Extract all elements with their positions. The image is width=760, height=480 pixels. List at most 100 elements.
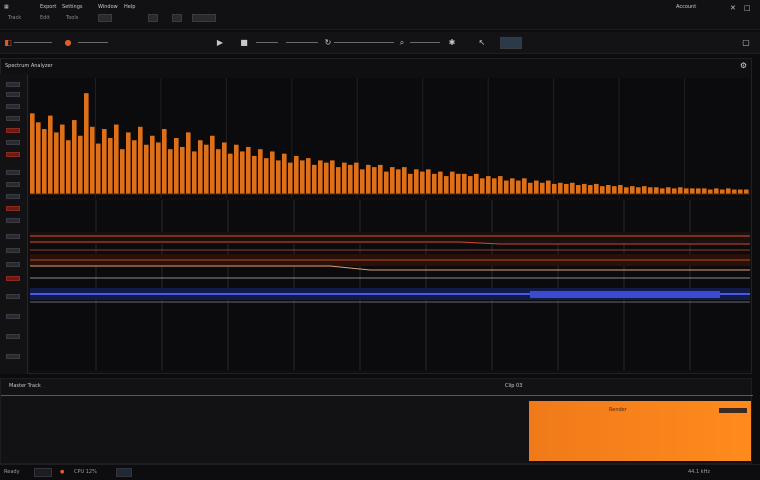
toggle-chip[interactable]	[172, 14, 182, 22]
spectrum-bar	[60, 124, 65, 194]
spectrum-bar	[552, 183, 557, 194]
loop-icon[interactable]: ↻	[322, 37, 334, 49]
spectrum-bar	[432, 173, 437, 194]
clip-handle[interactable]	[719, 408, 747, 413]
spectrum-bar	[330, 160, 335, 194]
cursor-icon[interactable]: ↖	[476, 37, 488, 49]
spectrum-bar	[696, 188, 701, 194]
rail-button[interactable]	[6, 152, 20, 157]
rail-button[interactable]	[6, 354, 20, 359]
status-box[interactable]	[34, 468, 52, 477]
spectrum-bar	[540, 182, 545, 194]
spectrum-bar	[624, 187, 629, 194]
rail-button[interactable]	[6, 170, 20, 175]
rail-button[interactable]	[6, 82, 20, 87]
app-menu[interactable]: ▦	[4, 4, 9, 10]
zoom-slider[interactable]	[334, 42, 394, 43]
spectrum-bar	[666, 187, 671, 194]
submenu-edit[interactable]: Edit	[40, 15, 50, 21]
tempo-field[interactable]	[256, 42, 278, 43]
spectrum-bar	[504, 180, 509, 194]
clip-label: Clip 03	[505, 383, 523, 389]
spectrum-bar	[336, 167, 341, 194]
menu-bar: ▦ Export Settings Window Help Track Edit…	[0, 0, 760, 30]
record-icon[interactable]: ●	[62, 37, 74, 49]
rail-button[interactable]	[6, 294, 20, 299]
rail-button[interactable]	[6, 248, 20, 253]
toggle-chip[interactable]	[192, 14, 216, 22]
track-name-field[interactable]	[14, 42, 52, 43]
lane-clip[interactable]	[530, 291, 720, 298]
rail-button[interactable]	[6, 234, 20, 239]
settings-icon[interactable]: ✱	[446, 37, 458, 49]
menu-help[interactable]: Help	[124, 4, 135, 10]
spectrum-bar	[126, 132, 131, 194]
maximize-icon[interactable]: □	[744, 4, 751, 12]
spectrum-bar	[672, 188, 677, 194]
spectrum-bar	[66, 140, 71, 194]
render-clip[interactable]: Render	[529, 401, 751, 461]
spectrum-bar	[492, 178, 497, 194]
menu-settings[interactable]: Settings	[62, 4, 83, 10]
rail-button[interactable]	[6, 262, 20, 267]
toolbar: ◧ ● ▶ ■ ↻ ⌕ ✱ ↖ ▢	[0, 32, 760, 54]
spectrum-bar	[174, 138, 179, 194]
status-box[interactable]	[116, 468, 132, 477]
rail-button[interactable]	[6, 140, 20, 145]
window-icon[interactable]: ▢	[740, 37, 752, 49]
input-field[interactable]	[78, 42, 108, 43]
spectrum-bar	[714, 188, 719, 194]
sample-rate: 44.1 kHz	[688, 469, 711, 475]
spectrum-bar	[354, 162, 359, 194]
logo-icon: ◧	[4, 38, 12, 47]
rail-button[interactable]	[6, 206, 20, 211]
rail-button[interactable]	[6, 334, 20, 339]
zoom-icon[interactable]: ⌕	[396, 37, 408, 49]
spectrum-bar	[534, 180, 539, 194]
menu-window[interactable]: Window	[98, 4, 118, 10]
param-field[interactable]	[410, 42, 440, 43]
rail-button[interactable]	[6, 276, 20, 281]
spectrum-bar	[420, 171, 425, 194]
spectrum-bar	[522, 178, 527, 194]
spectrum-bar	[102, 129, 107, 194]
spectrum-bar	[744, 189, 749, 194]
automation-line[interactable]	[30, 265, 750, 271]
rail-button[interactable]	[6, 104, 20, 109]
spectrum-bar	[660, 188, 665, 194]
rail-button[interactable]	[6, 194, 20, 199]
spectrum-bar	[720, 189, 725, 194]
spectrum-bar	[288, 162, 293, 194]
rail-button[interactable]	[6, 92, 20, 97]
spectrum-bar	[702, 188, 707, 194]
spectrum-bar	[324, 162, 329, 194]
submenu-track[interactable]: Track	[8, 15, 21, 21]
spectrum-bar	[168, 149, 173, 194]
spectrum-bar	[558, 182, 563, 194]
spectrum-bar	[222, 142, 227, 194]
settings-icon[interactable]: ⚙	[740, 61, 747, 70]
spectrum-bar	[252, 155, 257, 194]
spectrum-bar	[456, 173, 461, 194]
play-icon[interactable]: ▶	[214, 37, 226, 49]
rail-button[interactable]	[6, 314, 20, 319]
spectrum-bar	[216, 149, 221, 194]
submenu-tools[interactable]: Tools	[66, 15, 78, 21]
account-menu[interactable]: Account	[676, 4, 696, 10]
rail-button[interactable]	[6, 128, 20, 133]
toggle-chip[interactable]	[148, 14, 158, 22]
spectrum-bar	[606, 185, 611, 194]
toggle-chip[interactable]	[98, 14, 112, 22]
menu-export[interactable]: Export	[40, 4, 56, 10]
rail-button[interactable]	[6, 218, 20, 223]
spectrum-bar	[180, 146, 185, 194]
rail-button[interactable]	[6, 116, 20, 121]
position-field[interactable]	[286, 42, 318, 43]
spectrum-bar	[690, 188, 695, 194]
spectrum-bar	[120, 149, 125, 194]
close-icon[interactable]: ✕	[730, 4, 736, 12]
mode-button[interactable]	[500, 37, 522, 49]
stop-icon[interactable]: ■	[238, 37, 250, 49]
spectrum-bar	[234, 144, 239, 194]
rail-button[interactable]	[6, 182, 20, 187]
